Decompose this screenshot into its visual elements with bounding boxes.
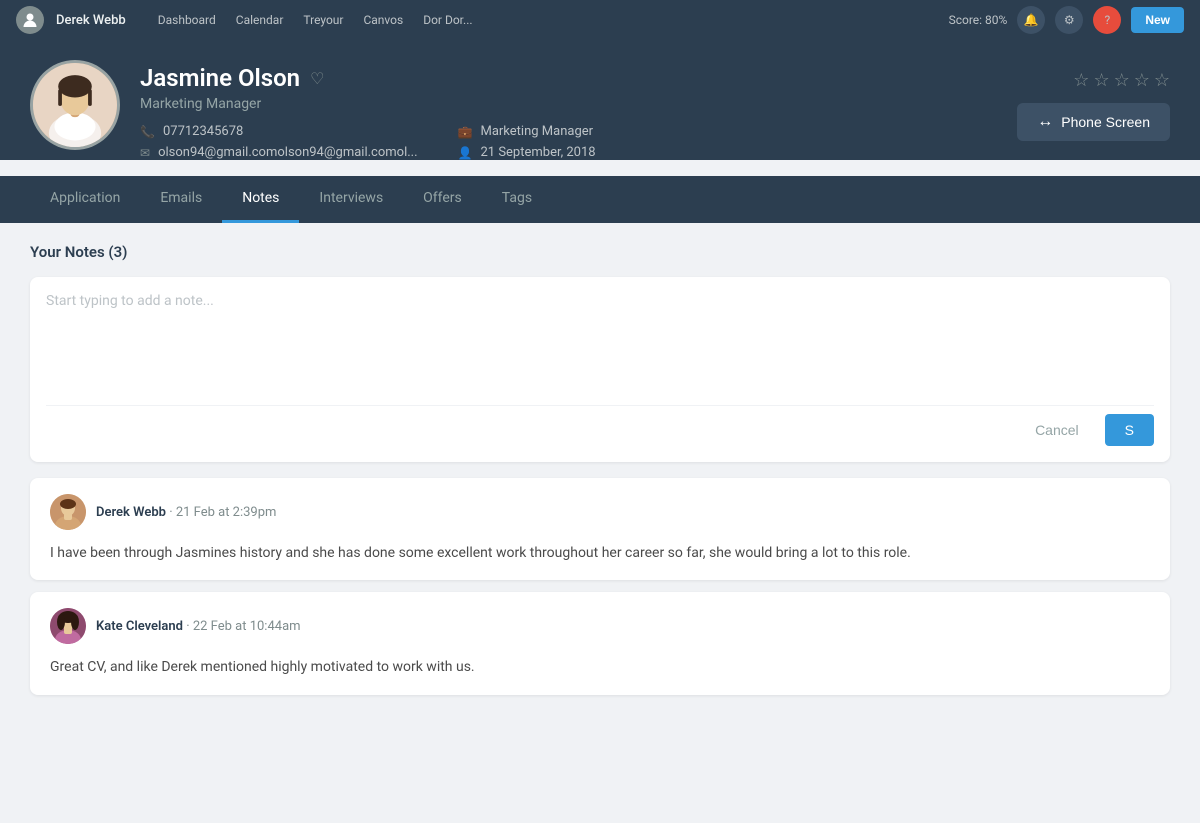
note-card-1: Derek Webb · 21 Feb at 2:39pm I have bee… (30, 478, 1170, 580)
nav-user-name: Derek Webb (56, 13, 126, 28)
note-author-2: Kate Cleveland (96, 619, 183, 634)
star-4[interactable]: ☆ (1134, 70, 1150, 91)
nav-score: Score: 80% (949, 13, 1008, 27)
briefcase-icon: 💼 (458, 125, 473, 139)
arrows-icon: ↔ (1037, 113, 1053, 131)
tab-notes[interactable]: Notes (222, 176, 299, 223)
stage-label: Phone Screen (1061, 114, 1150, 130)
nav-link-more[interactable]: Dor Dor... (423, 13, 472, 27)
candidate-avatar (30, 60, 120, 150)
note-meta-2: Kate Cleveland · 22 Feb at 10:44am (96, 619, 301, 634)
note-composer: Cancel S (30, 277, 1170, 462)
note-header-2: Kate Cleveland · 22 Feb at 10:44am (50, 608, 1150, 644)
note-meta-1: Derek Webb · 21 Feb at 2:39pm (96, 505, 276, 520)
candidate-title: Marketing Manager (140, 96, 997, 112)
nav-user-avatar (16, 6, 44, 34)
tab-emails[interactable]: Emails (140, 176, 222, 223)
note-date-2: 22 Feb at 10:44am (193, 619, 301, 634)
star-2[interactable]: ☆ (1093, 70, 1109, 91)
top-navigation: Derek Webb Dashboard Calendar Treyour Ca… (0, 0, 1200, 40)
note-separator-1: · (169, 505, 176, 520)
nav-right-section: Score: 80% 🔔 ⚙ ? New (949, 6, 1184, 34)
candidate-name: Jasmine Olson (140, 64, 300, 92)
candidate-details: 📞 07712345678 ✉ olson94@gmail.comolson94… (140, 124, 997, 160)
star-1[interactable]: ☆ (1073, 70, 1089, 91)
nav-link-canvos[interactable]: Canvos (363, 13, 403, 27)
note-text-1: I have been through Jasmines history and… (50, 542, 1150, 564)
composer-actions: Cancel S (46, 405, 1154, 446)
nav-notifications-icon[interactable]: 🔔 (1017, 6, 1045, 34)
save-button[interactable]: S (1105, 414, 1154, 446)
profile-header: Jasmine Olson ♡ Marketing Manager 📞 0771… (0, 40, 1200, 160)
tab-offers[interactable]: Offers (403, 176, 482, 223)
main-content: Your Notes (3) Cancel S Derek Webb · (0, 223, 1200, 823)
tab-application[interactable]: Application (30, 176, 140, 223)
nav-link-dashboard[interactable]: Dashboard (158, 13, 216, 27)
tabs-bar: Application Emails Notes Interviews Offe… (0, 176, 1200, 223)
cancel-button[interactable]: Cancel (1019, 414, 1095, 446)
note-author-1: Derek Webb (96, 505, 166, 520)
notes-section-title: Your Notes (3) (30, 243, 1170, 261)
nav-link-treyour[interactable]: Treyour (303, 13, 343, 27)
tab-interviews[interactable]: Interviews (299, 176, 403, 223)
note-header-1: Derek Webb · 21 Feb at 2:39pm (50, 494, 1150, 530)
nav-cta-button[interactable]: New (1131, 7, 1184, 33)
tab-tags[interactable]: Tags (482, 176, 552, 223)
star-3[interactable]: ☆ (1114, 70, 1130, 91)
candidate-email: olson94@gmail.comolson94@gmail.comol... (158, 145, 417, 160)
note-separator-2: · (186, 619, 193, 634)
candidate-applied-date: 21 September, 2018 (480, 145, 595, 160)
note-avatar-kate (50, 608, 86, 644)
note-date-1: 21 Feb at 2:39pm (176, 505, 277, 520)
candidate-phone: 07712345678 (163, 124, 243, 139)
person-icon: 👤 (458, 146, 473, 160)
favorite-icon[interactable]: ♡ (310, 69, 324, 88)
note-card-2: Kate Cleveland · 22 Feb at 10:44am Great… (30, 592, 1170, 694)
profile-actions: ☆ ☆ ☆ ☆ ☆ ↔ Phone Screen (1017, 60, 1170, 141)
star-5[interactable]: ☆ (1154, 70, 1170, 91)
nav-help-icon[interactable]: ? (1093, 6, 1121, 34)
note-text-2: Great CV, and like Derek mentioned highl… (50, 656, 1150, 678)
note-avatar-derek (50, 494, 86, 530)
star-rating: ☆ ☆ ☆ ☆ ☆ (1073, 70, 1170, 91)
candidate-job-title: Marketing Manager (480, 124, 593, 139)
email-icon: ✉ (140, 146, 150, 160)
nav-settings-icon[interactable]: ⚙ (1055, 6, 1083, 34)
stage-button[interactable]: ↔ Phone Screen (1017, 103, 1170, 141)
nav-link-calendar[interactable]: Calendar (236, 13, 284, 27)
candidate-info: Jasmine Olson ♡ Marketing Manager 📞 0771… (140, 60, 997, 160)
note-textarea[interactable] (46, 293, 1154, 393)
phone-icon: 📞 (140, 125, 155, 139)
nav-links-container: Dashboard Calendar Treyour Canvos Dor Do… (158, 13, 937, 27)
